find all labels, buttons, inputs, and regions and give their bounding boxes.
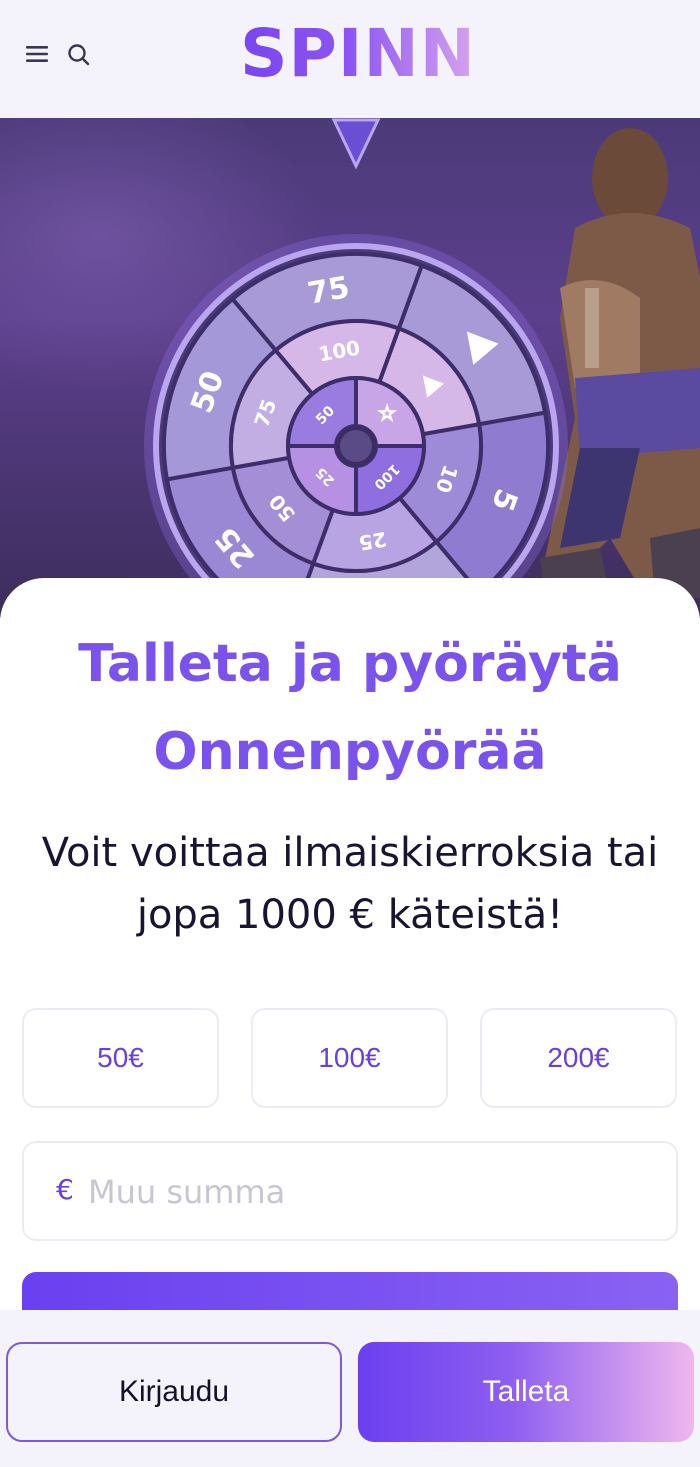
offer-headline-line1: Talleta ja pyöräytä — [78, 634, 622, 694]
star-icon: ☆ — [378, 401, 396, 425]
euro-icon: € — [56, 1173, 74, 1206]
amount-100-button[interactable]: 100€ — [251, 1008, 448, 1108]
wheel-value-label: 75 — [305, 270, 352, 312]
deposit-button[interactable]: Talleta — [358, 1342, 694, 1442]
offer-subline-line1: Voit voittaa ilmaiskierroksia tai — [41, 830, 659, 876]
offer-headline-line2: Onnenpyörää — [153, 722, 547, 782]
hamburger-menu-icon[interactable] — [26, 44, 50, 64]
wheel-hub — [336, 426, 376, 466]
offer-subline: Voit voittaa ilmaiskierroksia tai jopa 1… — [10, 822, 690, 946]
offer-subline-line2: jopa 1000 € käteistä! — [136, 892, 564, 938]
search-icon[interactable] — [66, 42, 92, 68]
wheel-value-label: 25 — [357, 527, 389, 555]
amount-50-button[interactable]: 50€ — [22, 1008, 219, 1108]
custom-amount-input[interactable] — [88, 1165, 648, 1219]
login-button[interactable]: Kirjaudu — [6, 1342, 342, 1442]
triangle-pointer-icon — [331, 118, 381, 170]
amount-200-button[interactable]: 200€ — [480, 1008, 677, 1108]
prize-wheel-illustration: 51025507510255075100☆1002550 — [144, 118, 700, 618]
warrior-character-illustration — [540, 128, 700, 598]
top-header: SPINNI — [0, 0, 700, 118]
bottom-action-bar: Kirjaudu Talleta — [0, 1310, 700, 1467]
offer-headline: Talleta ja pyöräytä Onnenpyörää — [20, 620, 680, 796]
spinni-logo[interactable]: SPINNI — [240, 14, 501, 94]
custom-amount-field[interactable]: € — [22, 1141, 678, 1241]
hero-banner: 51025507510255075100☆1002550 — [0, 118, 700, 618]
